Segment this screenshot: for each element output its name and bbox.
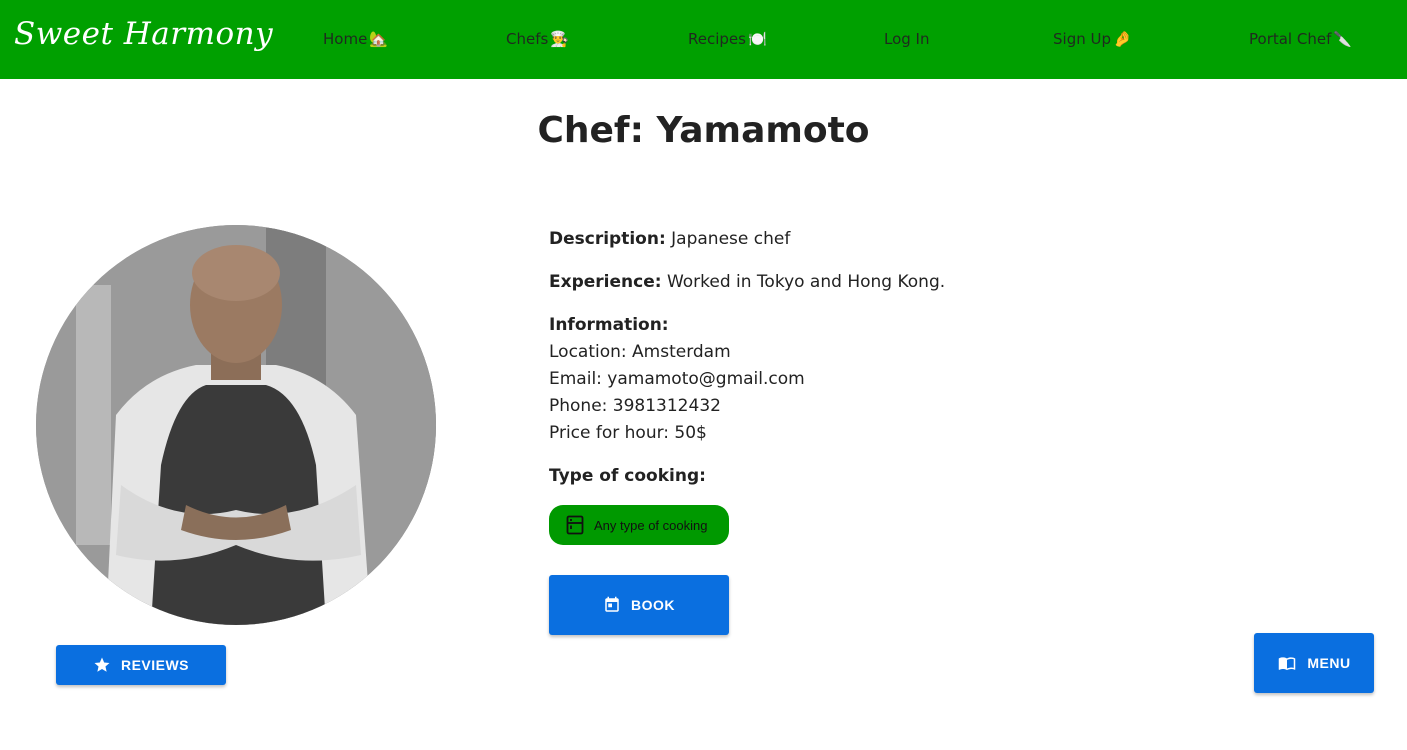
price-text: Price for hour: 50$ xyxy=(549,423,707,443)
information-label: Information: xyxy=(549,315,669,335)
chef-info: Description: Japanese chef Experience: W… xyxy=(549,226,1309,506)
nav-chefs[interactable]: Chefs 👨‍🍳 xyxy=(506,30,569,48)
knife-icon: 🔪 xyxy=(1333,30,1353,48)
information-block: Information: Location: Amsterdam Email: … xyxy=(549,312,1309,447)
nav-portal-chef-label: Portal Chef xyxy=(1249,30,1332,48)
top-navbar: Sweet Harmony Home 🏡 Chefs 👨‍🍳 Recipes 🍽… xyxy=(0,0,1407,79)
nav-recipes[interactable]: Recipes 🍽️ xyxy=(688,30,767,48)
cooking-type-label: Type of cooking: xyxy=(549,466,706,486)
chef-portrait-illustration xyxy=(36,225,436,625)
reviews-button-label: REVIEWS xyxy=(120,657,190,673)
nav-login-label: Log In xyxy=(884,30,930,48)
phone-text: Phone: 3981312432 xyxy=(549,396,721,416)
cooking-type-chip-label: Any type of cooking xyxy=(594,517,708,533)
location-text: Location: Amsterdam xyxy=(549,342,731,362)
description-label: Description: xyxy=(549,229,666,249)
brand-logo[interactable]: Sweet Harmony xyxy=(14,16,273,52)
experience-row: Experience: Worked in Tokyo and Hong Kon… xyxy=(549,269,1309,296)
nav-chefs-label: Chefs xyxy=(506,30,549,48)
menu-button-label: MENU xyxy=(1307,655,1351,671)
nav-signup-label: Sign Up xyxy=(1053,30,1111,48)
nav-login[interactable]: Log In xyxy=(884,30,930,48)
description-row: Description: Japanese chef xyxy=(549,226,1309,253)
reviews-button[interactable]: REVIEWS xyxy=(56,645,226,685)
page-title: Chef: Yamamoto xyxy=(537,110,870,151)
cooking-type-chip[interactable]: Any type of cooking xyxy=(549,505,729,545)
nav-recipes-label: Recipes xyxy=(688,30,746,48)
chef-icon: 👨‍🍳 xyxy=(550,30,569,48)
nav-portal-chef[interactable]: Portal Chef 🔪 xyxy=(1249,30,1352,48)
kitchen-icon xyxy=(566,515,584,535)
experience-label: Experience: xyxy=(549,272,662,292)
house-icon: 🏡 xyxy=(369,30,388,48)
menu-book-icon xyxy=(1279,657,1296,671)
star-icon xyxy=(94,657,110,672)
chef-photo xyxy=(36,225,436,625)
plate-icon: 🍽️ xyxy=(747,30,767,48)
nav-signup[interactable]: Sign Up 🤌 xyxy=(1053,30,1132,48)
pinched-fingers-icon: 🤌 xyxy=(1113,30,1132,48)
book-button[interactable]: BOOK xyxy=(549,575,729,635)
description-value: Japanese chef xyxy=(671,229,791,249)
menu-button[interactable]: MENU xyxy=(1254,633,1374,693)
nav-home-label: Home xyxy=(323,30,368,48)
email-text: Email: yamamoto@gmail.com xyxy=(549,369,805,389)
book-button-label: BOOK xyxy=(631,597,675,613)
calendar-icon xyxy=(605,596,619,612)
experience-value: Worked in Tokyo and Hong Kong. xyxy=(666,272,946,292)
nav-home[interactable]: Home 🏡 xyxy=(323,30,388,48)
cooking-type-row: Type of cooking: xyxy=(549,463,1309,490)
